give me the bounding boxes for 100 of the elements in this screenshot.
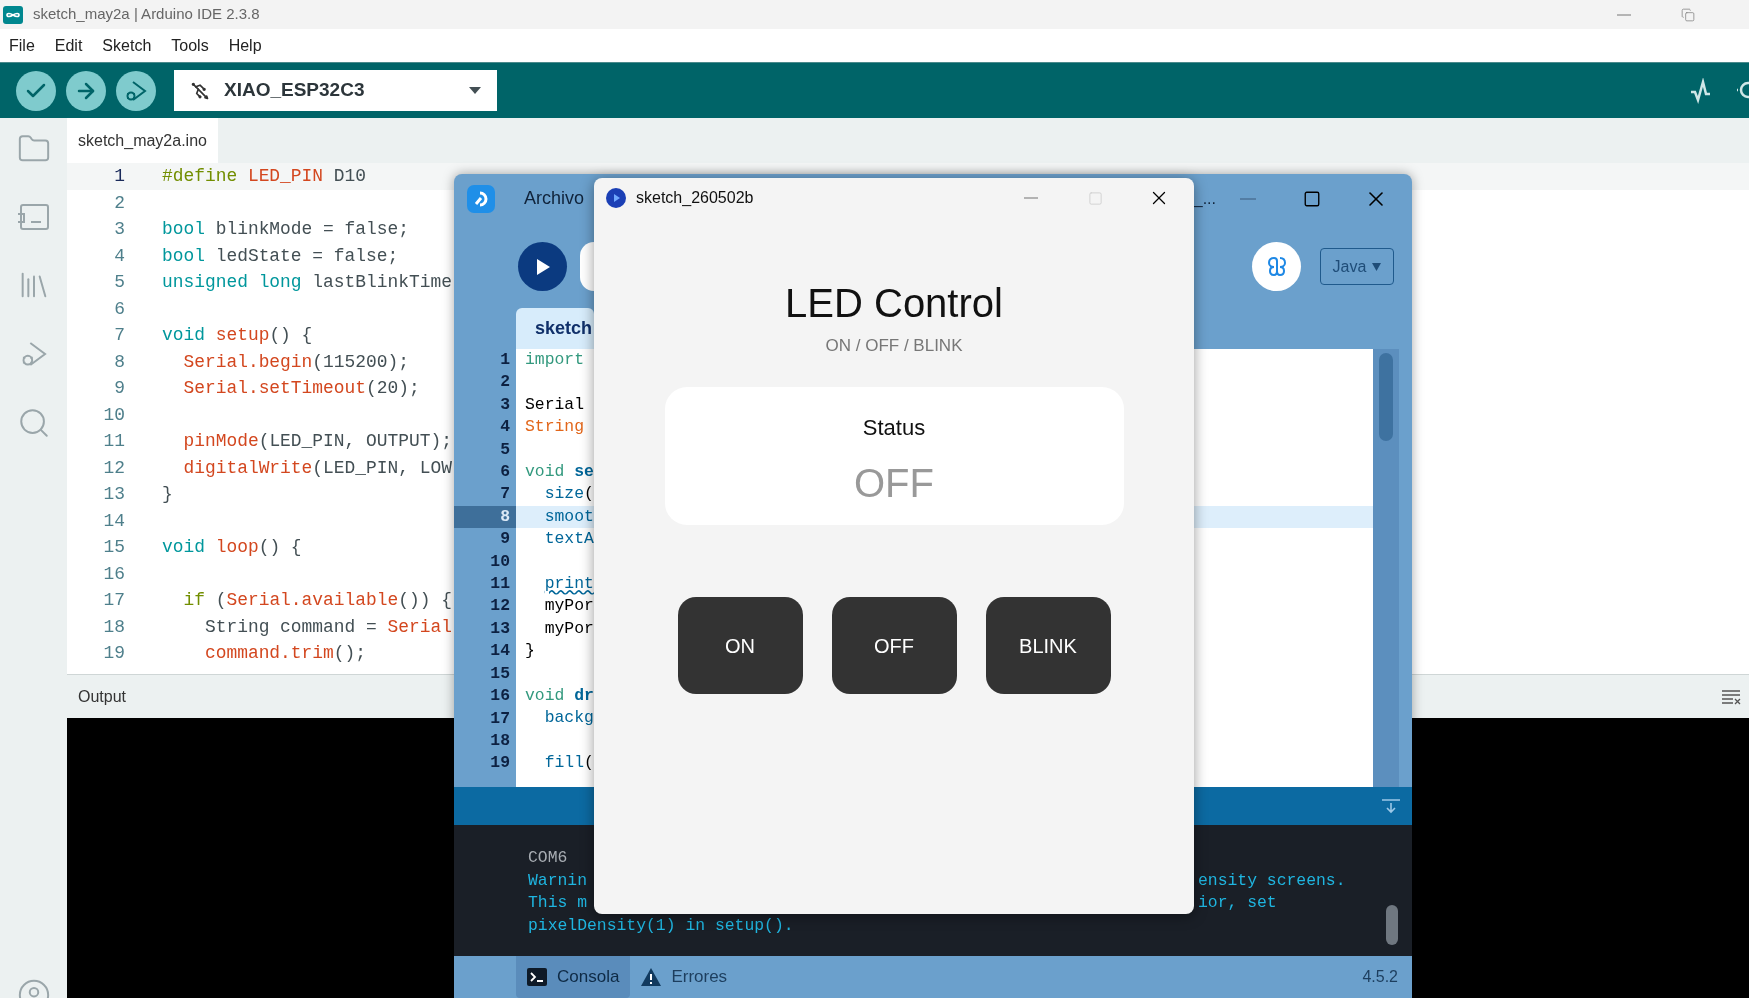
file-tab[interactable]: sketch_may2a.ino <box>67 118 218 163</box>
line-number: 1 <box>67 163 162 190</box>
code-line: command.trim(); <box>203 642 366 665</box>
scrollbar-thumb[interactable] <box>1379 353 1393 441</box>
line-number: 6 <box>113 297 126 321</box>
run-button[interactable] <box>518 242 567 291</box>
code-line: String command = Serial <box>203 615 452 639</box>
line-number: 9 <box>499 528 511 551</box>
panel-tab[interactable]: Consola <box>516 956 631 998</box>
maximize-icon <box>1087 190 1103 206</box>
restore-icon <box>1681 7 1695 22</box>
code-line: backg <box>543 708 594 728</box>
code-line: Serial <box>525 394 585 414</box>
line-number: 7 <box>113 324 126 347</box>
menu-item[interactable]: Help <box>228 33 262 58</box>
minimize-icon <box>1024 197 1038 199</box>
code-line: myPor <box>543 596 594 616</box>
version-label: 4.5.2 <box>1362 967 1398 987</box>
line-number: 14 <box>489 640 511 663</box>
console-line: ensity screens. <box>1198 869 1346 892</box>
line-number: 17 <box>102 589 126 612</box>
menu-item[interactable]: Edit <box>54 33 83 58</box>
debug-button[interactable] <box>1252 242 1301 291</box>
code-line: } <box>162 483 173 506</box>
line-number: 15 <box>102 536 126 559</box>
window-title: sketch_may2a | Arduino IDE 2.3.8 <box>33 4 260 25</box>
line-number: 13 <box>489 617 511 640</box>
board-icon[interactable] <box>16 202 51 232</box>
line-number: 2 <box>113 191 126 215</box>
minimize-icon <box>1617 13 1631 16</box>
play-icon <box>534 257 551 276</box>
warning-icon <box>641 968 662 986</box>
line-number: 5 <box>113 271 126 294</box>
code-line: textA <box>543 529 594 549</box>
line-number: 18 <box>489 729 511 752</box>
console-line: Warnin <box>528 870 588 890</box>
line-number: 14 <box>102 509 126 533</box>
board-selector[interactable]: XIAO_ESP32C3 <box>174 70 497 111</box>
line-number: 6 <box>499 461 511 484</box>
menu-item[interactable]: Tools <box>171 33 209 58</box>
debug-button[interactable] <box>116 70 156 111</box>
terminal-icon <box>527 968 547 986</box>
line-number: 10 <box>102 403 126 427</box>
line-number: 3 <box>499 393 511 416</box>
code-line: print <box>543 573 594 593</box>
upload-button[interactable] <box>66 70 106 111</box>
editor-tab[interactable]: sketch <box>516 308 594 349</box>
code-line: void se <box>525 461 594 481</box>
console-line: pixelDensity(1) in setup(). <box>528 916 794 936</box>
line-number: 11 <box>489 573 511 596</box>
status-value: OFF <box>854 461 934 505</box>
menu-item[interactable]: Sketch <box>102 33 152 58</box>
line-number: 9 <box>113 377 126 400</box>
minimize-icon <box>1240 197 1256 200</box>
clear-output-icon[interactable] <box>1721 688 1741 705</box>
code-line: unsigned long lastBlinkTime <box>162 271 452 294</box>
scrollbar-thumb[interactable] <box>1386 905 1398 945</box>
line-number: 8 <box>454 505 516 529</box>
code-line: Serial.begin(115200); <box>182 350 409 374</box>
code-line: pinMode(LED_PIN, OUTPUT); <box>182 430 452 453</box>
verify-button[interactable] <box>16 70 56 111</box>
line-number: 5 <box>499 438 511 461</box>
code-line: void loop() { <box>162 536 302 559</box>
line-number: 17 <box>489 707 511 730</box>
console-line: This m <box>528 893 588 913</box>
output-label: Output <box>78 686 127 707</box>
console-line: COM6 <box>528 848 568 867</box>
control-button[interactable]: ON <box>677 597 803 694</box>
control-button[interactable]: BLINK <box>985 597 1111 694</box>
code-line: if (Serial.available()) { <box>182 589 452 612</box>
code-line: Serial.setTimeout(20); <box>182 377 420 400</box>
window-title: sketch_260502b <box>636 188 754 208</box>
line-number: 15 <box>489 662 511 685</box>
status-label: Status <box>862 416 926 440</box>
code-line: fill( <box>543 753 594 773</box>
window-title: _... <box>1193 188 1216 209</box>
maximize-icon <box>1303 189 1321 208</box>
line-number: 18 <box>102 615 126 639</box>
line-number: 13 <box>102 483 126 506</box>
code-line: void setup() { <box>162 324 313 347</box>
code-line: } <box>525 641 535 661</box>
line-number: 3 <box>113 218 126 241</box>
line-number: 8 <box>113 350 126 374</box>
line-number: 11 <box>102 430 126 453</box>
line-number: 1 <box>499 349 511 371</box>
line-number: 19 <box>489 752 511 775</box>
menu-item[interactable]: File <box>9 33 35 58</box>
code-line: size( <box>543 484 594 504</box>
round-button[interactable] <box>580 242 594 291</box>
line-number: 4 <box>499 416 511 439</box>
line-number: 12 <box>102 456 126 480</box>
line-number: 16 <box>489 685 511 708</box>
butterfly-icon <box>1265 254 1288 279</box>
code-line: digitalWrite(LED_PIN, LOW <box>182 456 452 480</box>
panel-tab[interactable]: Errores <box>630 956 739 998</box>
code-line: myPor <box>543 618 594 638</box>
code-line: void dr <box>525 685 594 705</box>
control-button[interactable]: OFF <box>831 597 957 694</box>
usb-icon <box>190 80 210 101</box>
collapse-icon[interactable] <box>1382 798 1400 814</box>
